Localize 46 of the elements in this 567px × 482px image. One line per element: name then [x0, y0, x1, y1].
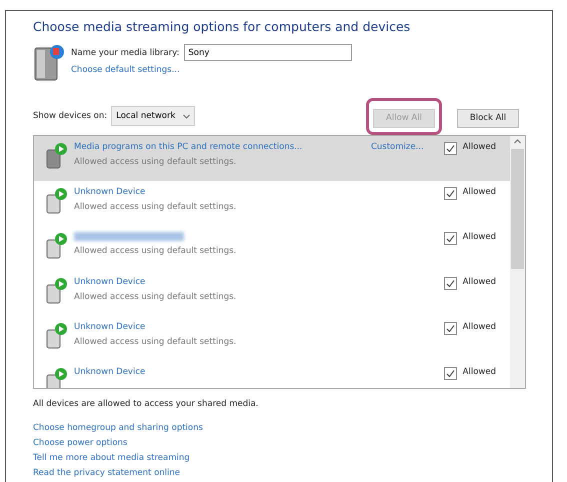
allowed-checkbox[interactable] [444, 366, 457, 380]
allowed-label: Allowed [462, 232, 496, 242]
help-link[interactable]: Choose power options [33, 438, 552, 448]
device-description: Allowed access using default settings. [74, 156, 238, 166]
default-settings-link[interactable]: Choose default settings... [71, 65, 352, 75]
status-message: All devices are allowed to access your shared media. [33, 398, 260, 408]
device-name[interactable]: Media programs on this PC and remote connections... [74, 142, 365, 152]
scrollbar[interactable] [510, 136, 525, 388]
media-server-icon [33, 42, 65, 82]
device-description: Allowed access using default settings. [74, 246, 238, 256]
device-name[interactable]: Unknown Device [74, 276, 438, 286]
device-description: Allowed access using default settings. [74, 336, 238, 346]
allowed-checkbox[interactable] [444, 276, 457, 290]
device-description: Allowed access using default settings. [74, 292, 238, 302]
allowed-checkbox[interactable] [444, 322, 457, 334]
allowed-checkbox[interactable] [444, 142, 457, 154]
customize-link[interactable]: Customize... [370, 142, 424, 152]
device-icon [46, 232, 68, 260]
allowed-label: Allowed [462, 322, 496, 332]
allowed-label: Allowed [462, 186, 496, 196]
help-link[interactable]: Choose homegroup and sharing options [33, 422, 552, 432]
library-name-label: Name your media library: [71, 48, 180, 58]
show-devices-label: Show devices on: [33, 111, 108, 122]
device-row[interactable]: Media programs on this PC and remote connections... Allowed access using default settings. Customize... Allowed [34, 136, 510, 180]
chevron-up-icon[interactable] [514, 138, 521, 144]
action-button[interactable]: Block All [457, 108, 519, 128]
device-name[interactable]: Unknown Device [74, 322, 438, 332]
computer-icon [46, 142, 68, 170]
device-description: Allowed access using default settings. [74, 202, 238, 212]
help-link[interactable]: Read the privacy statement online [33, 468, 552, 478]
allowed-label: Allowed [462, 142, 496, 152]
allowed-checkbox[interactable] [444, 232, 457, 244]
page-title: Choose media streaming options for computers and devices [33, 19, 412, 34]
device-name[interactable]: Unknown Device [74, 186, 438, 196]
chevron-down-icon [183, 114, 190, 119]
device-icon [46, 366, 68, 388]
library-name-field[interactable]: Sony [184, 44, 352, 61]
device-icon [46, 186, 68, 214]
device-icon [46, 322, 68, 350]
network-dropdown[interactable]: Local network [111, 106, 196, 126]
allowed-checkbox[interactable] [444, 186, 457, 200]
help-link[interactable]: Tell me more about media streaming [33, 452, 552, 462]
device-name[interactable]: Unknown Device [74, 366, 438, 376]
allowed-label: Allowed [462, 276, 496, 286]
allowed-label: Allowed [462, 366, 496, 376]
device-icon [46, 276, 68, 304]
